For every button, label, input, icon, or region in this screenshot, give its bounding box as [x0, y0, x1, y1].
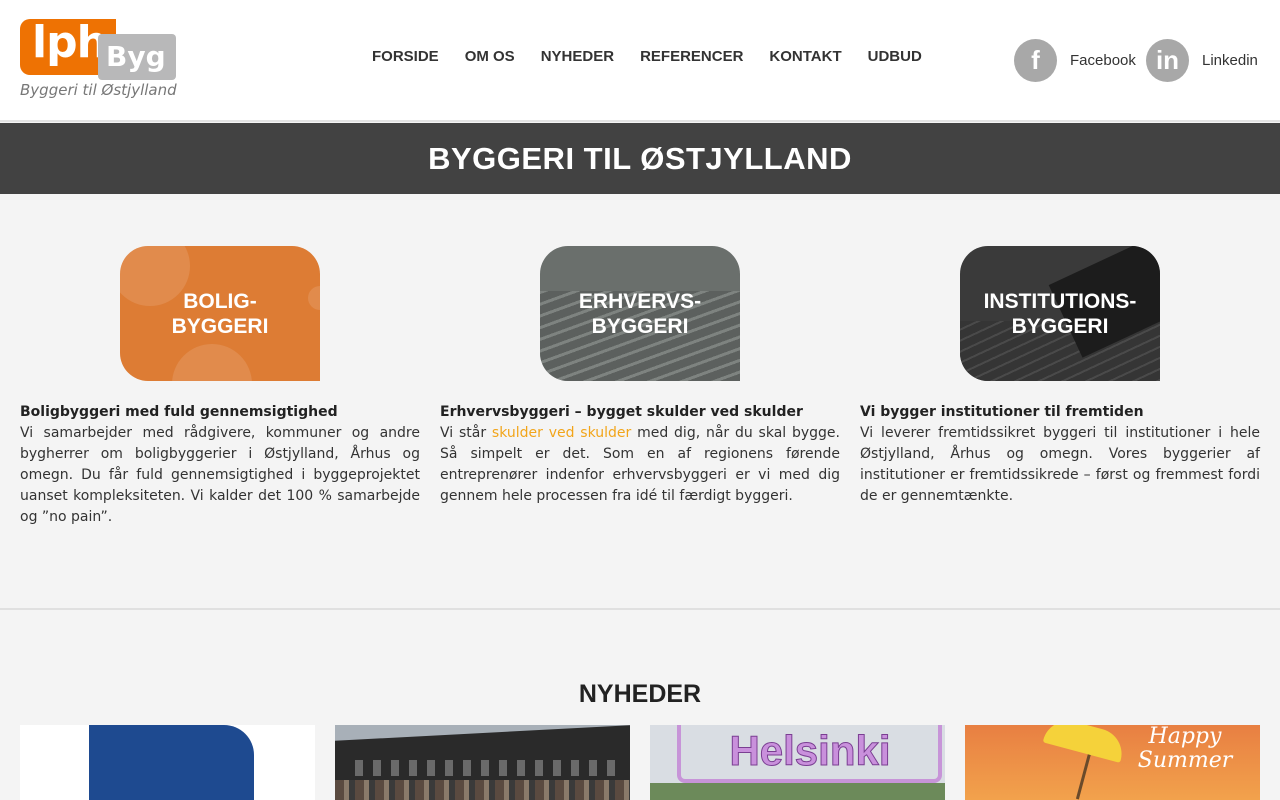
facebook-icon[interactable]: f	[1014, 39, 1057, 82]
helsinki-sign: Helsinki	[729, 727, 891, 775]
body-text: Vi står	[440, 425, 492, 441]
news-card[interactable]	[20, 725, 315, 800]
facebook-link[interactable]: f Facebook	[1014, 39, 1136, 82]
tile-label: BOLIG- BYGGERI	[171, 289, 269, 338]
service-body: Vi leverer fremtidssikret byggeri til in…	[860, 425, 1260, 504]
service-body: Vi samarbejder med rådgivere, kommuner o…	[20, 425, 420, 525]
nav-forside[interactable]: FORSIDE	[359, 48, 452, 65]
logo[interactable]: lph Byg Byggeri til Østjylland	[20, 19, 180, 103]
site-header: lph Byg Byggeri til Østjylland FORSIDE O…	[0, 0, 1280, 122]
main-nav: FORSIDE OM OS NYHEDER REFERENCER KONTAKT…	[359, 48, 935, 65]
linkedin-link[interactable]: in Linkedin	[1146, 39, 1258, 82]
news-card[interactable]: Happy Summer	[965, 725, 1260, 800]
crowd	[335, 780, 630, 800]
logo-tagline: Byggeri til Østjylland	[20, 81, 177, 99]
news-image	[89, 725, 254, 800]
trees	[650, 783, 945, 800]
linkedin-icon[interactable]: in	[1146, 39, 1189, 82]
decor-bubble	[172, 344, 252, 381]
service-heading: Vi bygger institutioner til fremtiden	[860, 404, 1144, 420]
decor-bubble	[308, 286, 320, 310]
nav-om-os[interactable]: OM OS	[452, 48, 528, 65]
logo-byg: Byg	[98, 34, 176, 80]
service-heading: Erhvervsbyggeri – bygget skulder ved sku…	[440, 404, 803, 420]
section-divider	[0, 608, 1280, 610]
nav-nyheder[interactable]: NYHEDER	[528, 48, 627, 65]
news-section-title: NYHEDER	[578, 680, 702, 708]
building-windows	[355, 760, 615, 776]
service-body: Vi står skulder ved skulder med dig, når…	[440, 423, 840, 507]
tile-label: INSTITUTIONS- BYGGERI	[983, 289, 1137, 338]
facebook-label[interactable]: Facebook	[1070, 52, 1136, 69]
nav-referencer[interactable]: REFERENCER	[627, 48, 756, 65]
service-text-bolig: Boligbyggeri med fuld gennemsigtighed Vi…	[20, 402, 420, 528]
banner-title: BYGGERI TIL ØSTJYLLAND	[428, 140, 852, 176]
nav-kontakt[interactable]: KONTAKT	[756, 48, 854, 65]
tile-boligbyggeri[interactable]: BOLIG- BYGGERI	[120, 246, 320, 381]
service-text-erhverv: Erhvervsbyggeri – bygget skulder ved sku…	[440, 402, 840, 507]
highlight-link[interactable]: skulder ved skulder	[492, 425, 631, 441]
hero-banner: BYGGERI TIL ØSTJYLLAND	[0, 123, 1280, 194]
nav-udbud[interactable]: UDBUD	[855, 48, 935, 65]
service-heading: Boligbyggeri med fuld gennemsigtighed	[20, 404, 338, 420]
tile-erhvervsbyggeri[interactable]: ERHVERVS- BYGGERI	[540, 246, 740, 381]
news-card[interactable]	[335, 725, 630, 800]
service-text-institution: Vi bygger institutioner til fremtiden Vi…	[860, 402, 1260, 507]
news-card[interactable]: Helsinki	[650, 725, 945, 800]
tile-label: ERHVERVS- BYGGERI	[578, 289, 702, 338]
tile-institutionsbyggeri[interactable]: INSTITUTIONS- BYGGERI	[960, 246, 1160, 381]
linkedin-label[interactable]: Linkedin	[1202, 52, 1258, 69]
happy-summer-text: Happy Summer	[1137, 725, 1233, 773]
